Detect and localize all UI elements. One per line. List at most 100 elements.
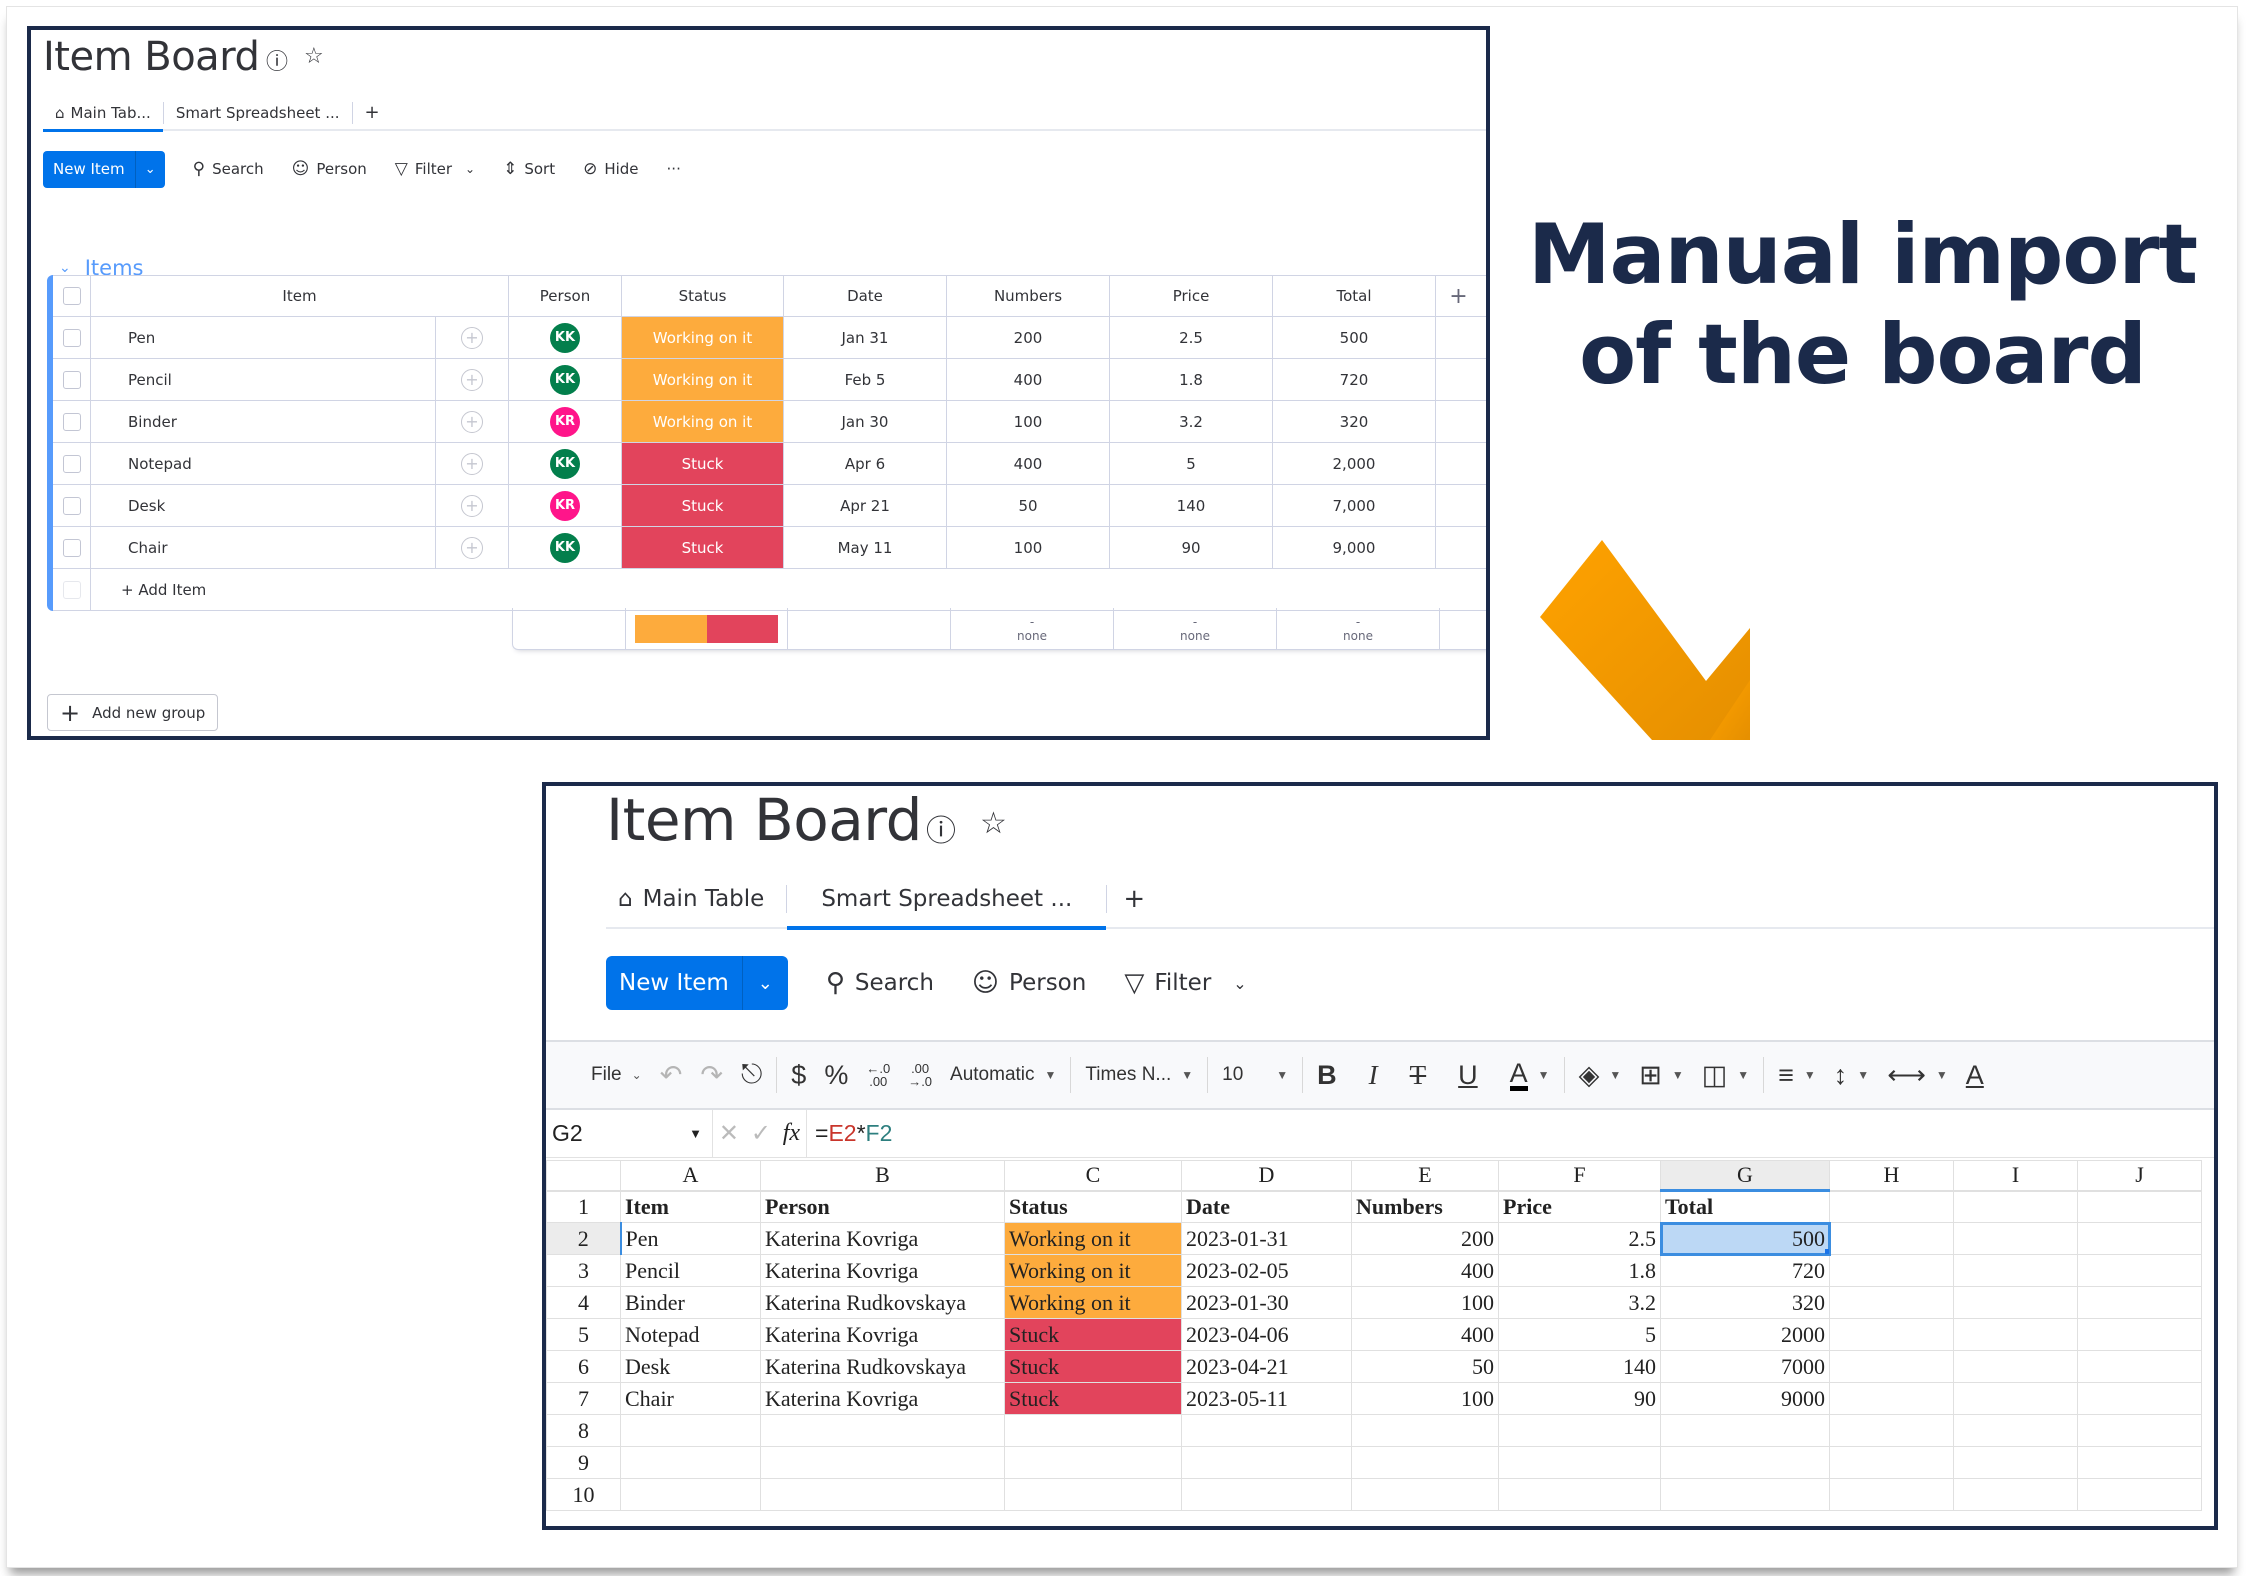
header-cell[interactable]: Status [1004, 1190, 1182, 1223]
cell-numbers[interactable]: 200 [1351, 1222, 1499, 1255]
empty-cell[interactable] [1498, 1478, 1661, 1511]
add-item-input[interactable]: + Add Item [91, 569, 206, 610]
empty-cell[interactable] [2077, 1318, 2202, 1351]
empty-cell[interactable] [1181, 1446, 1352, 1479]
empty-cell[interactable] [2077, 1254, 2202, 1287]
tab-main-table[interactable]: ⌂ Main Tab... [43, 96, 163, 132]
cell-price[interactable]: 2.5 [1498, 1222, 1661, 1255]
empty-cell[interactable] [1953, 1446, 2078, 1479]
status-label[interactable]: Working on it [622, 401, 783, 442]
cell-status[interactable]: Stuck [1004, 1382, 1182, 1415]
empty-cell[interactable] [1829, 1190, 1954, 1223]
empty-cell[interactable] [620, 1446, 761, 1479]
empty-cell[interactable] [1351, 1414, 1499, 1447]
sort-button[interactable]: ⇕ Sort [503, 159, 555, 179]
search-button[interactable]: ⚲ Search [193, 159, 264, 179]
star-icon[interactable]: ☆ [304, 44, 324, 76]
row-header[interactable]: 7 [546, 1382, 621, 1415]
price-cell[interactable]: 140 [1110, 485, 1273, 526]
cell-person[interactable]: Katerina Kovriga [760, 1318, 1005, 1351]
cell-numbers[interactable]: 100 [1351, 1286, 1499, 1319]
chevron-down-icon[interactable]: ⌄ [134, 150, 165, 188]
cell-item[interactable]: Binder [620, 1286, 761, 1319]
cell-person[interactable]: Katerina Rudkovskaya [760, 1350, 1005, 1383]
column-header-h[interactable]: H [1829, 1160, 1954, 1192]
cell-date[interactable]: 2023-01-30 [1181, 1286, 1352, 1319]
chevron-down-icon[interactable]: ⌄ [741, 956, 788, 1010]
empty-cell[interactable] [1829, 1222, 1954, 1255]
cell-price[interactable]: 140 [1498, 1350, 1661, 1383]
cell-reference-box[interactable]: G2 ▼ [546, 1110, 713, 1157]
add-view-button[interactable]: + [1107, 884, 1161, 914]
summary-numbers[interactable]: - none [951, 608, 1114, 649]
column-header-d[interactable]: D [1181, 1160, 1352, 1192]
empty-cell[interactable] [2077, 1222, 2202, 1255]
cell-item[interactable]: Desk [620, 1350, 761, 1383]
new-item-label[interactable]: New Item [606, 970, 742, 996]
column-header-a[interactable]: A [620, 1160, 761, 1192]
increase-decimal-icon[interactable]: .00 →.0 [899, 1055, 941, 1095]
table-row[interactable]: Notepad + KK Stuck Apr 6 400 5 2,000 [53, 443, 1486, 485]
empty-cell[interactable] [1953, 1350, 2078, 1383]
status-cell[interactable]: Stuck [622, 443, 784, 484]
empty-cell[interactable] [1004, 1414, 1182, 1447]
empty-cell[interactable] [760, 1414, 1005, 1447]
checkbox[interactable] [62, 370, 81, 389]
status-label[interactable]: Stuck [622, 443, 783, 484]
empty-cell[interactable] [1660, 1446, 1830, 1479]
cell-date[interactable]: 2023-05-11 [1181, 1382, 1352, 1415]
numbers-cell[interactable]: 100 [947, 527, 1110, 568]
table-row[interactable]: Pen + KK Working on it Jan 31 200 2.5 500 [53, 317, 1486, 359]
cell-person[interactable]: Katerina Kovriga [760, 1382, 1005, 1415]
status-cell[interactable]: Stuck [622, 485, 784, 526]
cell-total[interactable]: 7000 [1660, 1350, 1830, 1383]
item-name-cell[interactable]: Desk [91, 485, 436, 526]
empty-cell[interactable] [1181, 1414, 1352, 1447]
column-header-status[interactable]: Status [622, 276, 784, 316]
status-label[interactable]: Stuck [622, 527, 783, 568]
checkbox[interactable] [62, 538, 81, 557]
person-cell[interactable]: KK [509, 443, 622, 484]
add-update-icon[interactable]: + [461, 494, 483, 517]
checkbox[interactable] [62, 454, 81, 473]
cell-total[interactable]: 720 [1660, 1254, 1830, 1287]
empty-cell[interactable] [1351, 1446, 1499, 1479]
header-cell[interactable]: Price [1498, 1190, 1661, 1223]
person-cell[interactable]: KR [509, 401, 622, 442]
empty-cell[interactable] [1953, 1286, 2078, 1319]
paint-format-icon[interactable]: ⎋ [732, 1055, 771, 1095]
cell-numbers[interactable]: 400 [1351, 1318, 1499, 1351]
cell-status[interactable]: Stuck [1004, 1350, 1182, 1383]
cell-total[interactable]: 9000 [1660, 1382, 1830, 1415]
cell-status[interactable]: Stuck [1004, 1318, 1182, 1351]
select-all-checkbox[interactable] [53, 276, 91, 316]
date-cell[interactable]: Jan 31 [784, 317, 947, 358]
empty-cell[interactable] [620, 1414, 761, 1447]
date-cell[interactable]: Apr 6 [784, 443, 947, 484]
select-all-corner[interactable] [546, 1160, 621, 1192]
undo-icon[interactable]: ↶ [651, 1055, 692, 1095]
cell-status[interactable]: Working on it [1004, 1286, 1182, 1319]
updates-cell[interactable]: + [436, 527, 509, 568]
cell-total[interactable]: 320 [1660, 1286, 1830, 1319]
cell-price[interactable]: 3.2 [1498, 1286, 1661, 1319]
text-color-button[interactable]: A ▼ [1501, 1055, 1559, 1095]
numbers-cell[interactable]: 100 [947, 401, 1110, 442]
column-header-item[interactable]: Item [91, 276, 509, 316]
status-segment-working[interactable] [635, 614, 707, 643]
empty-cell[interactable] [1829, 1382, 1954, 1415]
info-icon[interactable]: ⓘ [266, 44, 288, 76]
status-label[interactable]: Stuck [622, 485, 783, 526]
cell-date[interactable]: 2023-01-31 [1181, 1222, 1352, 1255]
add-update-icon[interactable]: + [461, 452, 483, 475]
column-header-numbers[interactable]: Numbers [947, 276, 1110, 316]
date-cell[interactable]: Jan 30 [784, 401, 947, 442]
empty-cell[interactable] [1660, 1414, 1830, 1447]
updates-cell[interactable]: + [436, 317, 509, 358]
search-button[interactable]: ⚲ Search [826, 968, 934, 998]
tab-smart-spreadsheet[interactable]: Smart Spreadsheet ... [164, 96, 352, 129]
checkbox[interactable] [62, 412, 81, 431]
header-cell[interactable]: Date [1181, 1190, 1352, 1223]
date-cell[interactable]: Feb 5 [784, 359, 947, 400]
empty-cell[interactable] [1953, 1222, 2078, 1255]
